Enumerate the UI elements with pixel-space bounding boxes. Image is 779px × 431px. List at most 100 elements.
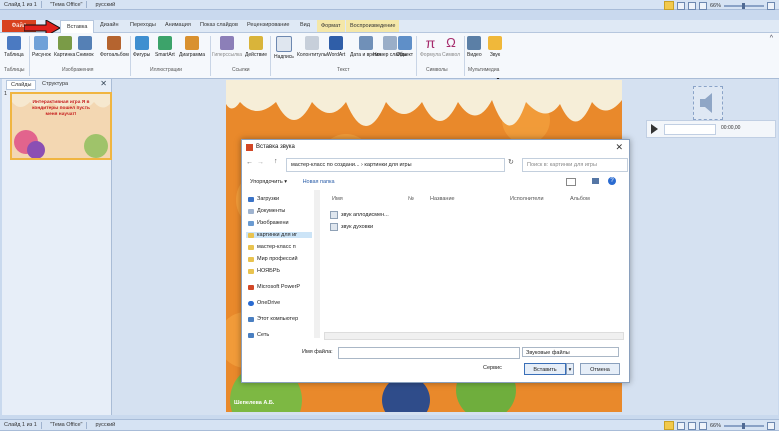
tab-playback[interactable]: Воспроизведение (346, 20, 400, 32)
video-button[interactable]: Видео (467, 36, 482, 58)
audio-file-icon (330, 223, 338, 231)
object-icon (397, 36, 412, 50)
picture-icon (34, 36, 49, 50)
close-panel-icon[interactable]: ✕ (100, 79, 107, 88)
zoom-slider[interactable] (724, 422, 764, 429)
symbol-button[interactable]: Ω Символ (442, 36, 460, 59)
tab-slides[interactable]: Слайды (6, 80, 37, 90)
audio-button[interactable]: Звук (488, 36, 502, 58)
table-button[interactable]: Таблица (4, 36, 24, 58)
nav-item[interactable]: мастер-класс п (248, 244, 296, 250)
reading-view-icon[interactable] (687, 421, 696, 430)
screenshot-button[interactable]: Снимок (76, 36, 94, 58)
audio-object-icon[interactable] (693, 86, 723, 120)
picture-button[interactable]: Рисунок (32, 36, 51, 58)
tab-review[interactable]: Рецензирование (247, 22, 289, 28)
folder-icon (248, 268, 254, 274)
smartart-button[interactable]: SmartArt (155, 36, 175, 58)
nav-scrollbar[interactable] (314, 190, 320, 338)
nav-item[interactable]: НОЯБРЬ (248, 268, 280, 274)
cancel-button[interactable]: Отмена (580, 363, 620, 375)
normal-view-icon[interactable] (663, 1, 674, 10)
language[interactable]: русский (95, 422, 115, 428)
tab-view[interactable]: Вид (300, 22, 310, 28)
clipart-button[interactable]: Картинка (54, 36, 75, 58)
cloud-icon (248, 300, 254, 306)
filename-input[interactable] (338, 347, 520, 359)
zoom-slider[interactable] (724, 2, 764, 9)
formula-button[interactable]: π Формула (420, 36, 441, 58)
headerfooter-button[interactable]: Колонтитулы (297, 36, 327, 58)
nav-item[interactable]: Мир профессий (248, 256, 298, 262)
group-media: Мультимедиа (468, 67, 500, 73)
view-mode-icon[interactable] (566, 178, 576, 186)
action-button[interactable]: Действие (245, 36, 267, 58)
fit-window-icon[interactable] (767, 421, 775, 430)
service-menu[interactable]: Сервис (483, 365, 502, 371)
nav-item-selected[interactable]: картинки для иг (246, 232, 312, 238)
insert-button[interactable]: Вставить (524, 363, 566, 375)
slide-thumbnail[interactable]: Интерактивная игра Я в кондитеры пошел п… (10, 92, 112, 160)
column-name[interactable]: Имя (332, 196, 343, 202)
nav-item[interactable]: Изображени (248, 220, 289, 226)
nav-item[interactable]: Этот компьютер (248, 316, 298, 322)
chart-button[interactable]: Диаграмма (179, 36, 205, 58)
slideshow-view-icon[interactable] (698, 421, 707, 430)
reading-view-icon[interactable] (687, 1, 696, 10)
slideshow-view-icon[interactable] (698, 1, 707, 10)
object-button[interactable]: Объект (396, 36, 413, 58)
nav-item[interactable]: Загрузки (248, 196, 279, 202)
tab-slideshow[interactable]: Показ слайдов (200, 22, 238, 28)
search-input[interactable]: Поиск в: картинки для игры (522, 158, 628, 172)
group-symbols: Символы (426, 67, 448, 73)
back-arrow-icon[interactable]: ← (246, 159, 253, 166)
help-icon[interactable]: ? (608, 177, 616, 185)
up-arrow-icon[interactable]: ↑ (274, 158, 278, 165)
nav-item[interactable]: Microsoft PowerP (248, 284, 300, 290)
address-bar[interactable]: мастер-класс по создани... › картинки дл… (286, 158, 505, 172)
nav-item[interactable]: OneDrive (248, 300, 280, 306)
album-button[interactable]: Фотоальбом (100, 36, 129, 58)
column-album[interactable]: Альбом (570, 196, 590, 202)
organize-button[interactable]: Упорядочить ▾ (250, 179, 287, 185)
nav-item[interactable]: Сеть (248, 332, 269, 338)
fit-window-icon[interactable] (767, 1, 775, 10)
shapes-button[interactable]: Фигуры (133, 36, 150, 58)
forward-arrow-icon[interactable]: → (257, 159, 264, 166)
close-icon[interactable]: ✕ (615, 142, 623, 153)
file-list: Имя № Название Исполнители Альбом звук а… (324, 190, 624, 340)
column-number[interactable]: № (408, 196, 414, 202)
shapes-icon (134, 36, 149, 50)
sorter-view-icon[interactable] (676, 421, 685, 430)
speaker-icon (488, 36, 502, 50)
audio-file-icon (330, 211, 338, 219)
insert-dropdown-button[interactable]: ▾ (566, 363, 574, 375)
refresh-icon[interactable]: ↻ (508, 158, 514, 166)
sorter-view-icon[interactable] (676, 1, 685, 10)
column-title[interactable]: Название (430, 196, 455, 202)
textbox-button[interactable]: Надпись (274, 36, 294, 60)
horizontal-scrollbar[interactable] (324, 332, 624, 340)
tab-design[interactable]: Дизайн (100, 22, 119, 28)
collapse-ribbon-icon[interactable]: ^ (770, 35, 773, 42)
filetype-select[interactable]: Звуковые файлы (522, 347, 619, 357)
tab-outline[interactable]: Структура (38, 80, 72, 88)
tab-insert[interactable]: Вставка (60, 20, 95, 33)
tab-transitions[interactable]: Переходы (130, 22, 156, 28)
list-item[interactable]: звук духовки (330, 223, 373, 231)
wordart-button[interactable]: WordArt (327, 36, 345, 58)
preview-pane-icon[interactable] (592, 178, 599, 184)
dialog-title: Вставка звука (256, 144, 295, 150)
new-folder-button[interactable]: Новая папка (303, 179, 335, 185)
language[interactable]: русский (95, 2, 115, 8)
tab-animation[interactable]: Анимация (165, 22, 191, 28)
download-icon (248, 196, 254, 202)
play-icon[interactable] (651, 124, 658, 134)
nav-item[interactable]: Документы (248, 208, 285, 214)
audio-progress-track[interactable] (664, 124, 716, 135)
column-artist[interactable]: Исполнители (510, 196, 544, 202)
hyperlink-button[interactable]: Гиперссылка (212, 36, 242, 58)
tab-format[interactable]: Формат (317, 20, 345, 32)
headerfooter-icon (305, 36, 320, 50)
list-item[interactable]: звук аплодисмен... (330, 211, 389, 219)
